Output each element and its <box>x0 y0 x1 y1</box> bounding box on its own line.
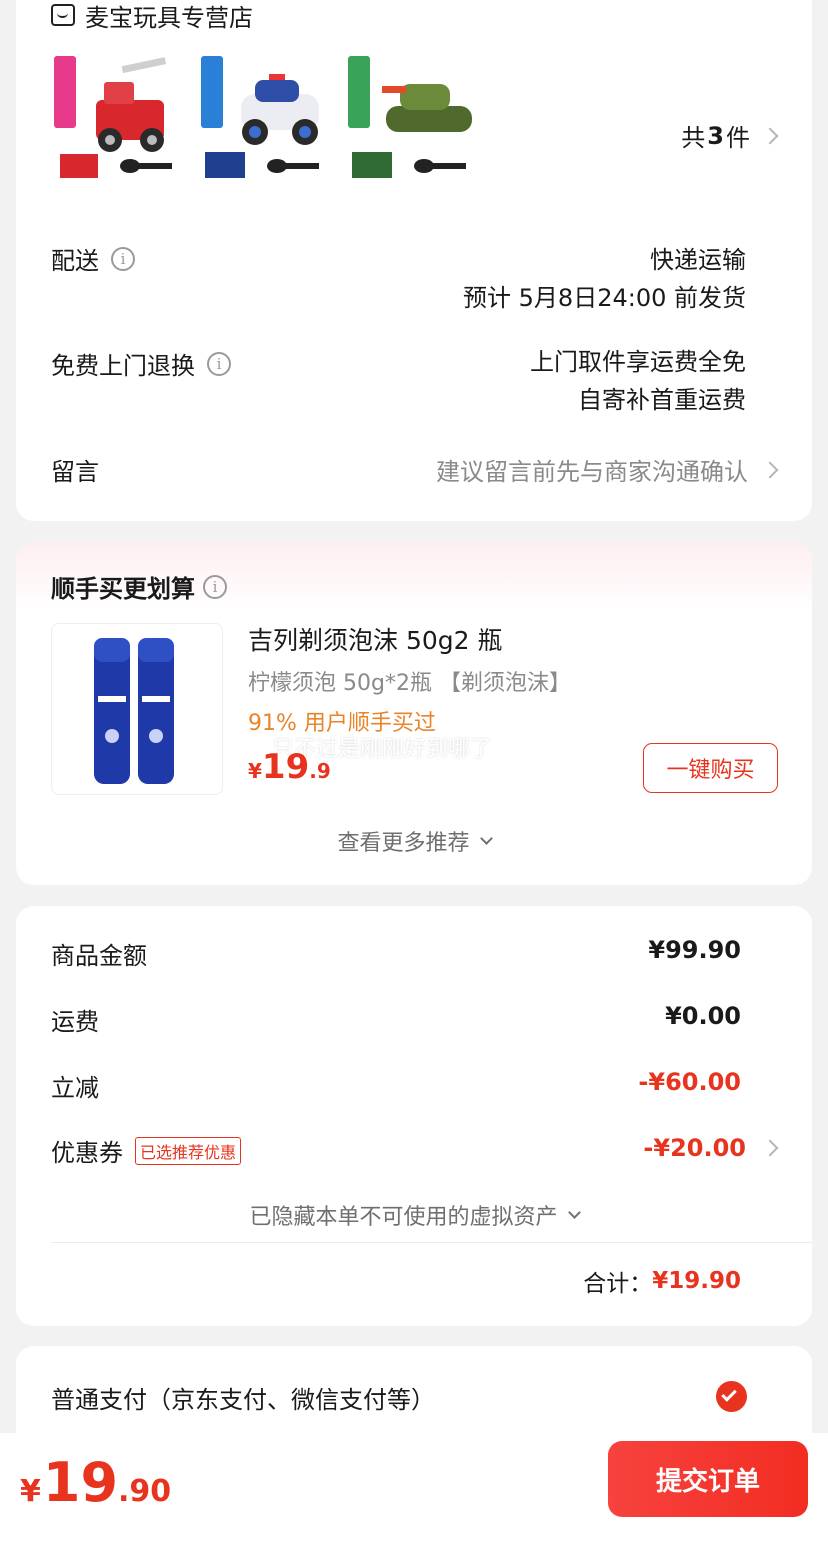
addon-product-spec: 柠檬须泡 50g*2瓶 【剃须泡沫】 <box>248 671 571 696</box>
addon-card: 顺手买更划算 i 吉列剃须泡沫 50g2 瓶 柠檬须泡 50g*2瓶 【剃须泡沫… <box>16 541 812 885</box>
item-count-suffix: 件 <box>726 124 750 152</box>
coupon-label: 优惠券 <box>51 1139 123 1167</box>
more-recommend-label: 查看更多推荐 <box>337 831 470 856</box>
addon-price-dec: .9 <box>309 759 331 783</box>
tank-image <box>346 52 476 182</box>
fire-truck-image <box>52 52 182 182</box>
total-row: 合计： ¥19.90 <box>583 1264 741 1298</box>
coupon-badge: 已选推荐优惠 <box>135 1136 242 1165</box>
addon-price: ¥ 19 .9 <box>248 747 331 787</box>
addon-product-image[interactable] <box>51 623 223 795</box>
total-value: ¥19.90 <box>652 1268 741 1294</box>
police-car-image <box>199 52 329 182</box>
message-field[interactable]: 建议留言前先与商家沟通确认 <box>436 452 779 487</box>
summary-card: 商品金额 ¥99.90 运费 ¥0.00 立减 -¥60.00 优惠券 已选推荐… <box>16 906 812 1326</box>
addon-price-currency: ¥ <box>248 759 262 783</box>
store-icon <box>51 4 75 26</box>
message-label: 留言 <box>51 458 99 486</box>
discount-label: 立减 <box>51 1074 99 1102</box>
addon-price-int: 19 <box>261 747 310 787</box>
addon-title: 顺手买更划算 <box>51 575 195 603</box>
product-thumb[interactable] <box>52 52 182 182</box>
shop-card: 麦宝玩具专营店 共 3 件 配送 i 快递运输 预计 5月8日24:00 前发货… <box>16 0 812 521</box>
return-value: 上门取件享运费全免 自寄补首重运费 <box>530 343 746 419</box>
shop-name: 麦宝玩具专营店 <box>85 3 253 32</box>
divider <box>51 1242 812 1243</box>
return-label-text: 免费上门退换 <box>51 352 195 380</box>
bottom-bar: ¥ 19 .90 提交订单 <box>0 1433 828 1557</box>
coupon-value: -¥20.00 <box>643 1134 746 1162</box>
chevron-down-icon <box>479 831 493 845</box>
return-line1: 上门取件享运费全免 <box>530 348 746 376</box>
delivery-value: 快递运输 预计 5月8日24:00 前发货 <box>463 241 746 317</box>
goods-amount-label: 商品金额 <box>51 942 147 970</box>
message-placeholder: 建议留言前先与商家沟通确认 <box>436 458 748 486</box>
submit-order-button[interactable]: 提交订单 <box>608 1441 808 1517</box>
one-click-buy-label: 一键购买 <box>666 758 755 783</box>
addon-header: 顺手买更划算 i <box>51 569 227 604</box>
one-click-buy-button[interactable]: 一键购买 <box>643 743 778 793</box>
hidden-assets-label: 已隐藏本单不可使用的虚拟资产 <box>249 1205 558 1230</box>
payment-method-label[interactable]: 普通支付（京东支付、微信支付等） <box>51 1380 435 1415</box>
delivery-method: 快递运输 <box>650 246 746 274</box>
addon-product-name[interactable]: 吉列剃须泡沫 50g2 瓶 <box>248 621 502 657</box>
shop-header[interactable]: 麦宝玩具专营店 <box>51 0 253 32</box>
discount-value: -¥60.00 <box>638 1068 741 1096</box>
check-icon[interactable] <box>716 1381 747 1412</box>
chevron-right-icon <box>761 1139 779 1157</box>
item-count: 3 <box>707 121 724 150</box>
hidden-assets-toggle[interactable]: 已隐藏本单不可使用的虚拟资产 <box>16 1199 812 1231</box>
delivery-label-text: 配送 <box>51 247 99 275</box>
chevron-right-icon <box>761 127 779 144</box>
product-thumb[interactable] <box>199 52 329 182</box>
total-label: 合计： <box>583 1271 653 1297</box>
chevron-right-icon <box>761 461 779 478</box>
delivery-eta: 预计 5月8日24:00 前发货 <box>463 284 746 312</box>
shipping-label: 运费 <box>51 1008 99 1036</box>
footer-price-int: 19 <box>42 1451 119 1514</box>
footer-price-dec: .90 <box>118 1474 172 1509</box>
submit-order-label: 提交订单 <box>655 1466 760 1497</box>
delivery-label: 配送 i <box>51 241 135 276</box>
info-icon[interactable]: i <box>111 246 135 271</box>
chevron-down-icon <box>567 1205 581 1219</box>
coupon-value-link[interactable]: -¥20.00 <box>643 1134 779 1162</box>
item-count-prefix: 共 <box>681 124 706 152</box>
coupon-row[interactable]: 优惠券 已选推荐优惠 <box>51 1133 242 1168</box>
return-line2: 自寄补首重运费 <box>578 386 746 414</box>
info-icon[interactable]: i <box>207 351 231 376</box>
product-thumb[interactable] <box>346 52 476 182</box>
shaving-foam-image <box>94 638 174 784</box>
goods-amount-value: ¥99.90 <box>648 936 741 964</box>
return-label: 免费上门退换 i <box>51 346 231 381</box>
footer-price: ¥ 19 .90 <box>20 1451 171 1514</box>
info-icon[interactable]: i <box>203 574 227 599</box>
footer-price-currency: ¥ <box>20 1474 41 1509</box>
item-count-link[interactable]: 共 3 件 <box>681 118 779 153</box>
shipping-value: ¥0.00 <box>665 1002 741 1030</box>
more-recommend-link[interactable]: 查看更多推荐 <box>16 825 812 857</box>
